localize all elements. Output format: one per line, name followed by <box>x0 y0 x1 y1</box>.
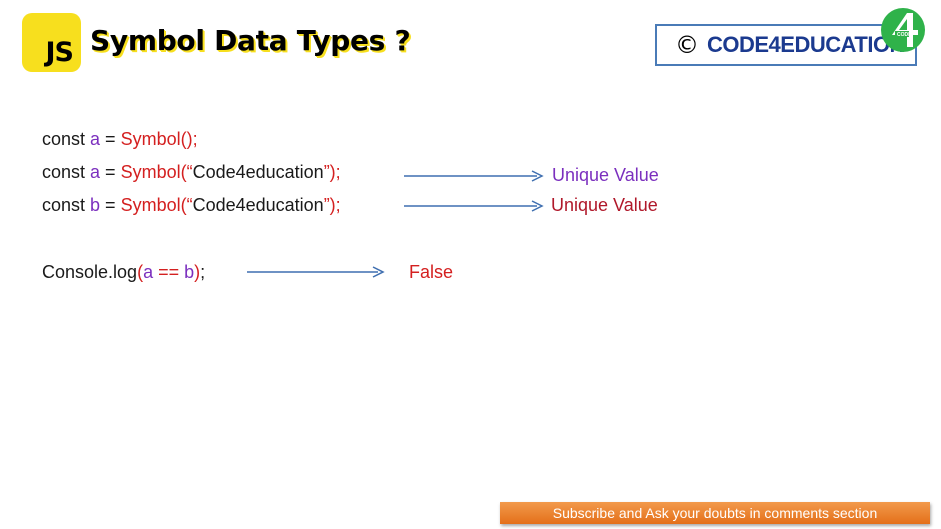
code-line-3: const b = Symbol(“Code4education”); <box>42 195 341 216</box>
symbol-call: Symbol( <box>120 162 187 182</box>
assign-operator: = <box>100 195 121 215</box>
const-keyword: const <box>42 195 91 215</box>
variable-a: a <box>143 262 154 282</box>
assign-operator: = <box>100 162 121 182</box>
code4education-logo-icon: CODE <box>881 8 925 52</box>
js-logo: JS <box>22 13 81 72</box>
symbol-call: Symbol(); <box>120 129 198 149</box>
subscribe-banner: Subscribe and Ask your doubts in comment… <box>500 502 930 524</box>
variable-b: b <box>90 195 101 215</box>
copyright-symbol: © <box>675 31 699 59</box>
result-false: False <box>409 262 454 282</box>
variable-a: a <box>90 129 101 149</box>
result-unique-value-1: Unique Value <box>552 165 659 185</box>
brand-box: © CODE4EDUCATION <box>655 24 917 66</box>
symbol-description: Code4education <box>192 162 324 182</box>
symbol-description: Code4education <box>192 195 324 215</box>
subscribe-banner-text: Subscribe and Ask your doubts in comment… <box>552 505 878 521</box>
close-quote: ”); <box>323 162 341 182</box>
symbol-call: Symbol( <box>120 195 187 215</box>
js-logo-text: JS <box>45 37 74 68</box>
code-line-2: const a = Symbol(“Code4education”); <box>42 162 341 183</box>
equality-operator: == <box>153 262 185 282</box>
arrow-right-icon <box>404 200 544 212</box>
variable-b: b <box>184 262 195 282</box>
result-unique-value-2: Unique Value <box>551 195 658 215</box>
assign-operator: = <box>100 129 121 149</box>
slide-title: Symbol Data Types ? <box>90 24 411 57</box>
const-keyword: const <box>42 162 91 182</box>
variable-a: a <box>90 162 101 182</box>
code-line-1: const a = Symbol(); <box>42 129 198 150</box>
close-quote: ”); <box>323 195 341 215</box>
console-log-call: Console.log <box>42 262 138 282</box>
arrow-right-icon <box>404 170 544 182</box>
svg-text:CODE: CODE <box>897 32 912 38</box>
const-keyword: const <box>42 129 91 149</box>
arrow-right-icon <box>247 266 385 278</box>
semicolon: ; <box>200 262 206 282</box>
brand-name: CODE4EDUCATION <box>707 32 905 57</box>
code-line-4: Console.log(a == b); <box>42 262 205 283</box>
